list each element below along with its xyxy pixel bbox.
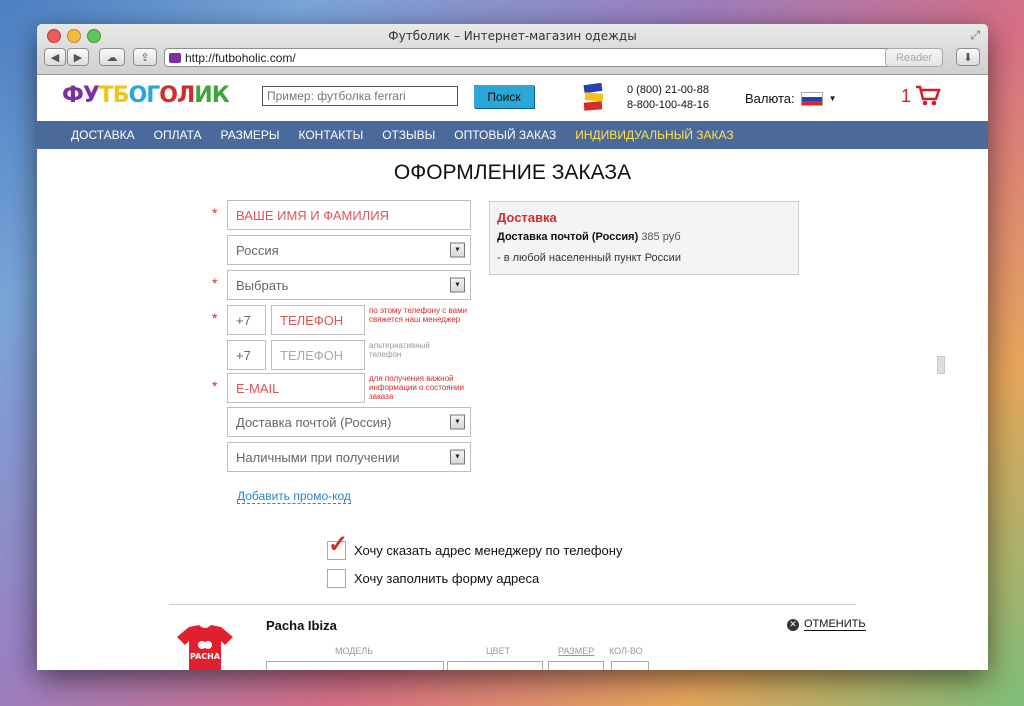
dropdown-arrow-icon: ▼ [828, 94, 837, 103]
select-arrow-icon: ▼ [450, 242, 465, 258]
site-logo[interactable]: ФУТБОГОЛИК [62, 83, 230, 108]
color-select[interactable] [447, 661, 543, 670]
section-divider [169, 604, 856, 605]
forward-arrow-icon: ▶ [73, 51, 83, 64]
payment-method-select[interactable]: Наличными при получении ▼ [227, 442, 471, 472]
option-tell-address-label: Хочу сказать адрес менеджеру по телефону [354, 543, 623, 558]
column-model: МОДЕЛЬ [335, 646, 374, 656]
reader-button[interactable]: Reader [885, 48, 943, 67]
nav-contacts[interactable]: КОНТАКТЫ [298, 128, 363, 142]
option-tell-address[interactable]: ✓ Хочу сказать адрес менеджеру по телефо… [327, 533, 623, 560]
delivery-info-box: Доставка Доставка почтой (Россия) 385 ру… [489, 201, 799, 275]
delivery-line: Доставка почтой (Россия) 385 руб [497, 231, 791, 243]
page-content: ФУТБОГОЛИК Пример: футболка ferrari Поис… [37, 75, 988, 670]
cloud-icon: ☁ [106, 51, 118, 64]
share-icon: ⇪ [140, 51, 150, 64]
email-input[interactable]: E-MAIL [227, 373, 365, 403]
site-favicon [169, 52, 181, 63]
currency-selector[interactable]: Валюта: ▼ [745, 91, 837, 106]
cancel-item-button[interactable]: ✕ отменить [787, 618, 866, 631]
size-select[interactable] [548, 661, 604, 670]
nav-payment[interactable]: ОПЛАТА [154, 128, 202, 142]
catalog-books-icon[interactable] [583, 83, 605, 113]
icloud-tabs-button[interactable]: ☁ [99, 48, 125, 66]
column-qty: КОЛ-ВО [609, 646, 643, 656]
nav-wholesale[interactable]: ОПТОВЫЙ ЗАКАЗ [454, 128, 556, 142]
currency-label: Валюта: [745, 91, 795, 106]
alt-phone-hint: альтернативный телефон [369, 341, 430, 359]
phone-code-input[interactable]: +7 [227, 305, 266, 335]
nav-reviews[interactable]: ОТЗЫВЫ [382, 128, 435, 142]
city-value: Выбрать [236, 277, 289, 293]
phone-2: 8-800-100-48-16 [627, 99, 709, 111]
page-title: ОФОРМЛЕНИЕ ЗАКАЗА [393, 161, 632, 184]
qty-select[interactable] [611, 661, 649, 670]
column-size[interactable]: РАЗМЕР [558, 646, 594, 656]
product-name: Pacha Ibiza [266, 618, 337, 633]
main-nav: ДОСТАВКА ОПЛАТА РАЗМЕРЫ КОНТАКТЫ ОТЗЫВЫ … [37, 121, 988, 149]
required-marker: * [212, 378, 218, 394]
delivery-note: - в любой населенный пункт России [497, 252, 681, 264]
alt-phone-code-input[interactable]: +7 [227, 340, 266, 370]
delivery-method-value: Доставка почтой (Россия) [236, 414, 392, 430]
phone-hint: по этому телефону с вами свяжется наш ме… [369, 306, 468, 324]
browser-window: Футболик – Интернет-магазин одежды ⤢ ◀ ▶… [37, 24, 988, 670]
close-icon: ✕ [787, 618, 799, 631]
browser-titlebar: Футболик – Интернет-магазин одежды ⤢ ◀ ▶… [37, 24, 988, 75]
select-arrow-icon: ▼ [450, 414, 465, 430]
checkbox-fill-address[interactable] [327, 569, 346, 588]
phone-1: 0 (800) 21-00-88 [627, 84, 709, 96]
forward-button[interactable]: ▶ [67, 48, 89, 66]
share-button[interactable]: ⇪ [133, 48, 157, 66]
add-promo-code-link[interactable]: Добавить промо-код [237, 489, 351, 504]
required-marker: * [212, 275, 218, 291]
select-arrow-icon: ▼ [450, 449, 465, 465]
column-color: ЦВЕТ [486, 646, 511, 656]
name-input[interactable]: ВАШЕ ИМЯ И ФАМИЛИЯ [227, 200, 471, 230]
option-fill-address[interactable]: Хочу заполнить форму адреса [327, 569, 539, 588]
checkmark-icon: ✓ [328, 531, 349, 558]
shirt-print-text: PACHA [190, 652, 221, 661]
russia-flag-icon [800, 91, 823, 106]
download-icon: ⬇ [963, 51, 973, 64]
select-arrow-icon: ▼ [450, 277, 465, 293]
shopping-cart-icon [916, 85, 941, 106]
city-select[interactable]: Выбрать ▼ [227, 270, 471, 300]
fullscreen-icon[interactable]: ⤢ [970, 28, 980, 43]
back-button[interactable]: ◀ [44, 48, 66, 66]
required-marker: * [212, 310, 218, 326]
search-button[interactable]: Поиск [474, 85, 534, 108]
address-url: http://futboholic.com/ [185, 50, 296, 65]
nav-custom-order[interactable]: ИНДИВИДУАЛЬНЫЙ ЗАКАЗ [575, 128, 733, 142]
country-value: Россия [236, 242, 279, 258]
product-tshirt-image[interactable]: PACHA [175, 623, 235, 670]
email-hint: для получения важной информации о состоя… [369, 374, 464, 401]
address-bar[interactable]: http://futboholic.com/ ↻ [164, 48, 924, 67]
checkbox-tell-address[interactable]: ✓ [327, 533, 348, 560]
window-title: Футболик – Интернет-магазин одежды [388, 29, 637, 43]
delivery-method-select[interactable]: Доставка почтой (Россия) ▼ [227, 407, 471, 437]
delivery-price: 385 руб [641, 231, 681, 243]
cancel-item-label: отменить [804, 618, 866, 631]
country-select[interactable]: Россия ▼ [227, 235, 471, 265]
back-arrow-icon: ◀ [50, 51, 60, 64]
phone-input[interactable]: ТЕЛЕФОН [271, 305, 365, 335]
cart-count: 1 [901, 85, 912, 106]
delivery-heading: Доставка [497, 210, 557, 225]
model-select[interactable] [266, 661, 444, 670]
nav-delivery[interactable]: ДОСТАВКА [71, 128, 135, 142]
nav-sizes[interactable]: РАЗМЕРЫ [221, 128, 280, 142]
search-input[interactable]: Пример: футболка ferrari [262, 86, 458, 106]
required-marker: * [212, 205, 218, 221]
alt-phone-input[interactable]: ТЕЛЕФОН [271, 340, 365, 370]
option-fill-address-label: Хочу заполнить форму адреса [354, 571, 540, 586]
contact-phones: 0 (800) 21-00-88 8-800-100-48-16 [627, 83, 709, 113]
scrollbar-thumb[interactable] [937, 356, 945, 374]
cart-button[interactable]: 1 [901, 85, 941, 107]
downloads-button[interactable]: ⬇ [956, 48, 980, 66]
payment-method-value: Наличными при получении [236, 449, 400, 465]
delivery-method-name: Доставка почтой (Россия) [497, 231, 639, 243]
